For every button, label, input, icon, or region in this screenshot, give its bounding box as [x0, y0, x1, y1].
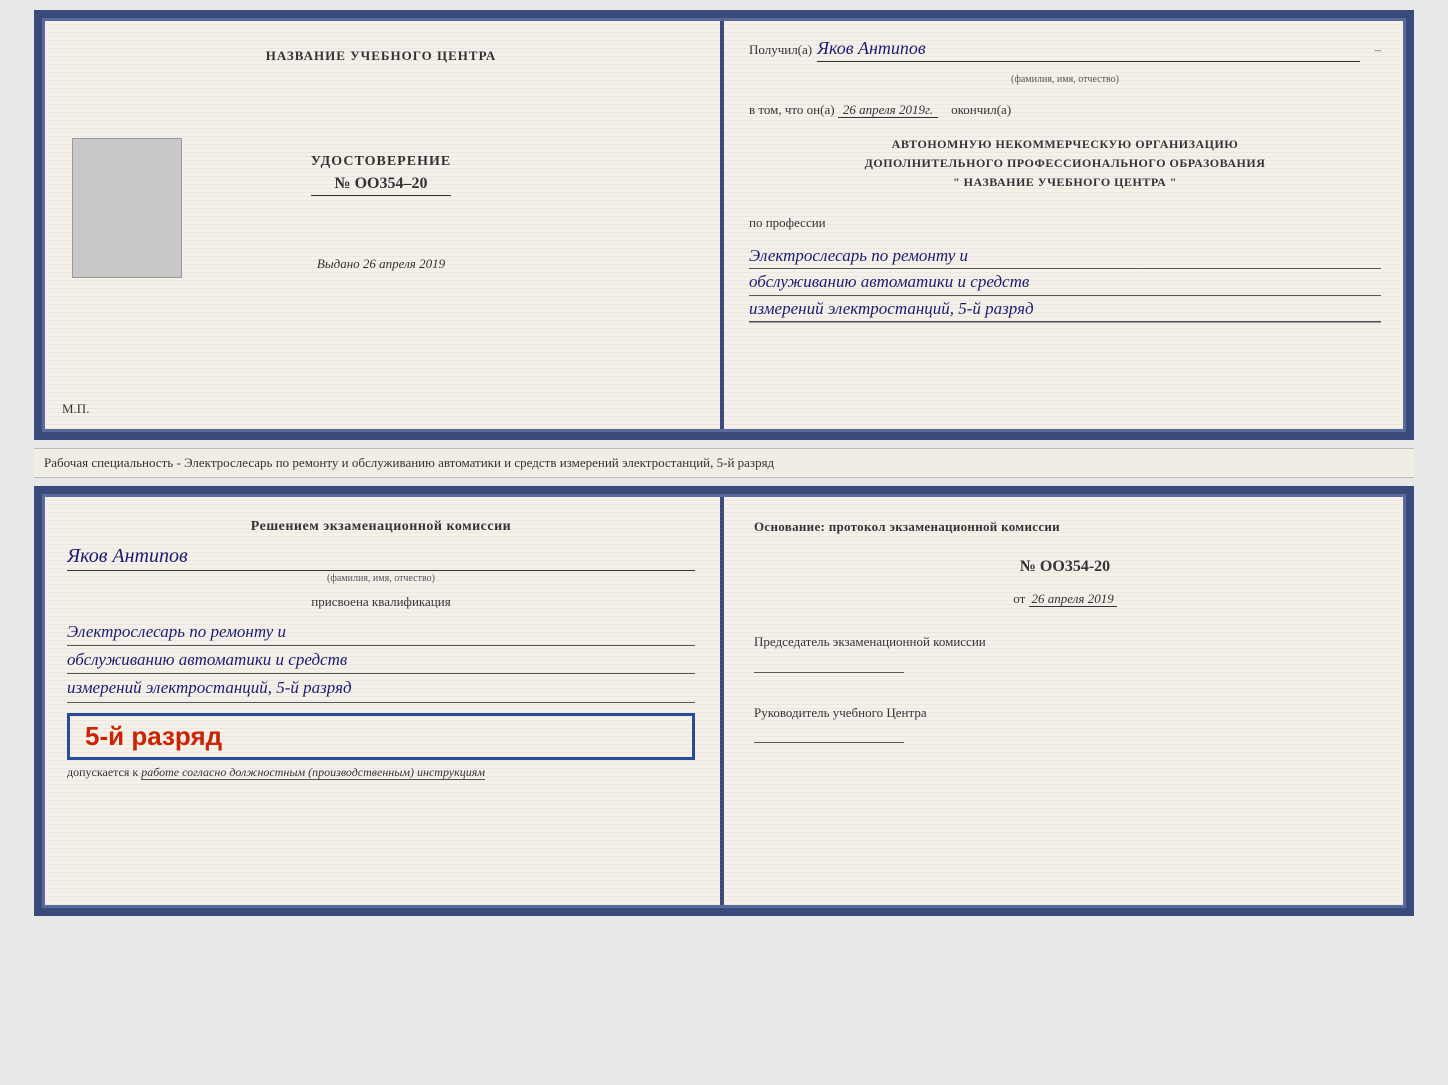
- profession-text: Электрослесарь по ремонту и обслуживанию…: [749, 243, 1381, 324]
- cert-title: УДОСТОВЕРЕНИЕ: [311, 154, 451, 170]
- recipient-name: Яков Антипов: [817, 38, 1359, 62]
- top-right-page: Получил(а) Яков Антипов – (фамилия, имя,…: [724, 18, 1406, 432]
- qualification-text: Электрослесарь по ремонту и обслуживанию…: [67, 618, 695, 703]
- protocol-number: № OO354-20: [754, 558, 1376, 576]
- date-value-bottom: 26 апреля 2019: [1029, 591, 1117, 607]
- chair-signature-line: [754, 672, 904, 673]
- org-block: АВТОНОМНУЮ НЕКОММЕРЧЕСКУЮ ОРГАНИЗАЦИЮ ДО…: [749, 135, 1381, 193]
- qualification-label: присвоена квалификация: [67, 594, 695, 610]
- decision-title: Решением экзаменационной комиссии: [67, 519, 695, 535]
- allowed-prefix: допускается к: [67, 765, 138, 779]
- date-prefix-top: в том, что он(а): [749, 102, 835, 117]
- profession-label-top: по профессии: [749, 215, 1381, 231]
- rank-badge: 5-й разряд: [67, 713, 695, 760]
- issued-line: Выдано 26 апреля 2019: [317, 256, 445, 272]
- person-name-bottom: Яков Антипов: [67, 545, 695, 571]
- issued-date: 26 апреля 2019: [363, 256, 445, 271]
- allowed-line: допускается к работе согласно должностны…: [67, 765, 695, 780]
- top-document: НАЗВАНИЕ УЧЕБНОГО ЦЕНТРА УДОСТОВЕРЕНИЕ №…: [34, 10, 1414, 440]
- top-left-header: НАЗВАНИЕ УЧЕБНОГО ЦЕНТРА: [266, 48, 497, 64]
- org-line3: " НАЗВАНИЕ УЧЕБНОГО ЦЕНТРА ": [749, 173, 1381, 192]
- top-left-page: НАЗВАНИЕ УЧЕБНОГО ЦЕНТРА УДОСТОВЕРЕНИЕ №…: [42, 18, 724, 432]
- profession-line2: обслуживанию автоматики и средств: [749, 269, 1381, 296]
- fio-label-bottom: (фамилия, имя, отчество): [67, 573, 695, 584]
- issued-label: Выдано: [317, 256, 360, 271]
- bottom-left-page: Решением экзаменационной комиссии Яков А…: [42, 494, 724, 908]
- edu-head: Руководитель учебного Центра: [754, 703, 1376, 744]
- bottom-right-page: Основание: протокол экзаменационной коми…: [724, 494, 1406, 908]
- profession-line3: измерений электростанций, 5-й разряд: [749, 296, 1381, 323]
- separator-label: Рабочая специальность - Электрослесарь п…: [34, 448, 1414, 478]
- date-prefix-bottom: от: [1013, 591, 1025, 606]
- org-line1: АВТОНОМНУЮ НЕКОММЕРЧЕСКУЮ ОРГАНИЗАЦИЮ: [749, 135, 1381, 154]
- profession-line1: Электрослесарь по ремонту и: [749, 243, 1381, 270]
- basis-title: Основание: протокол экзаменационной коми…: [754, 519, 1376, 535]
- head-title: Руководитель учебного Центра: [754, 705, 927, 720]
- qual-line1: Электрослесарь по ремонту и: [67, 618, 695, 646]
- date-line-top: в том, что он(а) 26 апреля 2019г. окончи…: [749, 102, 1381, 118]
- date-suffix-top: окончил(а): [951, 102, 1011, 117]
- org-line2: ДОПОЛНИТЕЛЬНОГО ПРОФЕССИОНАЛЬНОГО ОБРАЗО…: [749, 154, 1381, 173]
- commission-chair: Председатель экзаменационной комиссии: [754, 632, 1376, 673]
- fio-label-top: (фамилия, имя, отчество): [749, 74, 1381, 85]
- photo-placeholder: [72, 138, 182, 278]
- allowed-text: работе согласно должностным (производств…: [141, 765, 485, 780]
- qual-line2: обслуживанию автоматики и средств: [67, 646, 695, 674]
- mp-label: М.П.: [62, 401, 89, 417]
- date-value-top: 26 апреля 2019г.: [838, 102, 938, 118]
- recipient-line: Получил(а) Яков Антипов –: [749, 38, 1381, 62]
- qual-line3: измерений электростанций, 5-й разряд: [67, 674, 695, 702]
- chair-title: Председатель экзаменационной комиссии: [754, 634, 986, 649]
- bottom-document: Решением экзаменационной комиссии Яков А…: [34, 486, 1414, 916]
- cert-title-block: УДОСТОВЕРЕНИЕ № OO354–20: [311, 154, 451, 196]
- protocol-date: от 26 апреля 2019: [754, 591, 1376, 607]
- recipient-prefix: Получил(а): [749, 42, 812, 58]
- head-signature-line: [754, 742, 904, 743]
- cert-number: № OO354–20: [311, 175, 451, 196]
